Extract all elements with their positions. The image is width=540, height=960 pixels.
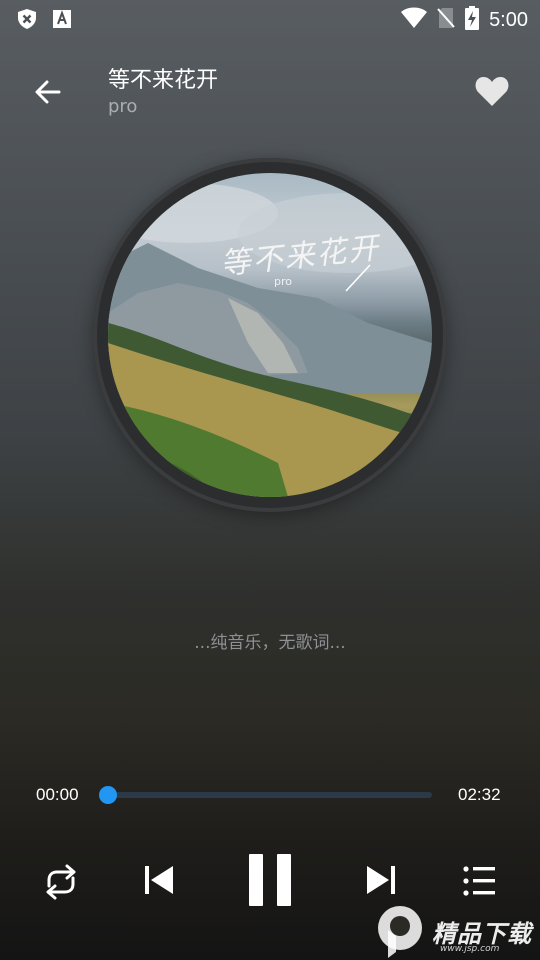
album-art: 等不来花开 pro	[108, 173, 432, 497]
back-button[interactable]	[30, 74, 66, 110]
battery-charging-icon	[465, 6, 480, 34]
clock: 5:00	[489, 8, 528, 31]
playlist-icon	[463, 866, 495, 896]
lyrics-text: ...纯音乐，无歌词...	[194, 633, 346, 653]
no-sim-icon	[437, 7, 455, 33]
song-title: 等不来花开	[108, 68, 219, 93]
current-time: 00:00	[36, 785, 79, 804]
previous-button[interactable]	[140, 860, 178, 900]
progress-row: 00:00 02:32	[0, 780, 540, 810]
repeat-button[interactable]	[38, 860, 84, 904]
previous-icon	[145, 866, 173, 894]
pause-icon	[249, 854, 291, 906]
next-button[interactable]	[362, 860, 400, 900]
favorite-button[interactable]	[474, 74, 510, 108]
album-disc[interactable]: 等不来花开 pro	[93, 158, 447, 512]
wifi-icon	[401, 7, 428, 33]
watermark-site: www.jsp.com	[440, 944, 500, 954]
status-bar: 5:00	[0, 0, 540, 38]
watermark: 精品下载 www.jsp.com	[370, 900, 540, 960]
album-tag: pro	[274, 275, 292, 288]
watermark-logo	[378, 906, 422, 958]
next-icon	[367, 866, 395, 894]
song-artist: pro	[108, 96, 138, 117]
arrow-left-icon	[35, 80, 61, 104]
seek-bar-thumb[interactable]	[99, 786, 117, 804]
pause-button[interactable]	[240, 848, 300, 912]
seek-bar[interactable]	[99, 786, 432, 804]
player-header: 等不来花开 pro	[0, 54, 540, 126]
repeat-icon	[46, 864, 76, 900]
playlist-button[interactable]	[460, 862, 498, 900]
font-a-icon	[52, 8, 72, 34]
heart-icon	[475, 77, 509, 106]
total-time: 02:32	[458, 785, 501, 804]
shield-x-icon	[16, 8, 38, 34]
